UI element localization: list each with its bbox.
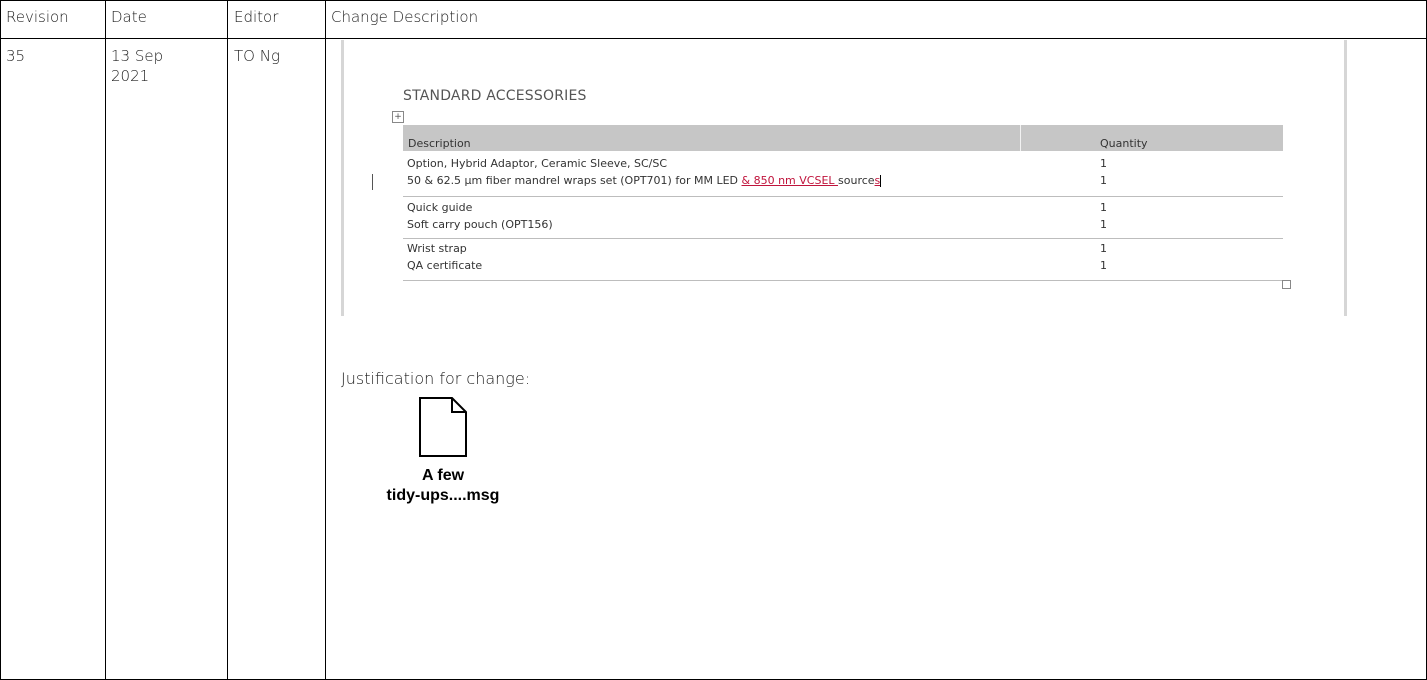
original-text: source [838,174,875,187]
accessory-quantity: 1 [1100,259,1107,272]
column-header-quantity: Quantity [1100,137,1148,150]
accessory-quantity: 1 [1100,218,1107,231]
row-group-divider [403,238,1283,239]
header-revision: Revision [6,8,69,26]
accessory-description: Soft carry pouch (OPT156) [407,218,553,231]
column-divider [325,0,326,680]
date-cell: 13 Sep 2021 [111,46,163,86]
attachment-filename: A few tidy-ups....msg [368,466,518,506]
row-group-divider [403,196,1283,197]
column-separator [1020,125,1021,151]
change-bar-marker [372,174,373,190]
editor-cell: TO Ng [234,47,280,65]
accessory-description: Option, Hybrid Adaptor, Ceramic Sleeve, … [407,157,668,170]
date-line: 13 Sep [111,47,164,65]
snippet-page-edge [341,40,344,316]
accessory-quantity: 1 [1100,157,1107,170]
attachment[interactable]: A few tidy-ups....msg [368,394,518,506]
accessory-description: QA certificate [407,259,483,272]
snippet-page-edge [1344,40,1347,316]
header-editor: Editor [234,8,279,26]
embedded-document-snippet: STANDARD ACCESSORIES + Description Quant… [341,40,1347,316]
column-header-description: Description [408,137,471,150]
attachment-filename-line: A few [421,467,465,484]
header-date: Date [111,8,147,26]
table-border-top [0,0,1427,1]
table-move-handle-icon[interactable]: + [392,111,404,123]
revision-cell: 35 [6,47,26,65]
header-row-divider [0,38,1427,39]
revision-table: Revision Date Editor Change Description … [0,0,1427,680]
accessory-description: Quick guide [407,201,473,214]
justification-label: Justification for change: [341,369,531,388]
accessory-quantity: 1 [1100,201,1107,214]
accessories-table-header: Description Quantity [403,125,1283,151]
original-text: 50 & 62.5 µm fiber mandrel wraps set (OP… [407,174,742,187]
accessory-quantity: 1 [1100,174,1107,187]
attachment-filename-line: tidy-ups....msg [386,487,500,504]
column-divider [227,0,228,680]
accessory-description: Wrist strap [407,242,467,255]
header-change-description: Change Description [331,8,479,26]
row-group-divider [403,280,1283,281]
accessory-quantity: 1 [1100,242,1107,255]
date-line: 2021 [111,67,150,85]
snippet-title: STANDARD ACCESSORIES [403,88,587,104]
accessory-description: 50 & 62.5 µm fiber mandrel wraps set (OP… [407,174,882,187]
column-divider [105,0,106,680]
tracked-insertion: & 850 nm VCSEL [741,174,839,187]
text-cursor [880,175,882,187]
column-divider [0,0,1,680]
table-resize-handle-icon[interactable] [1282,280,1291,289]
document-icon [419,397,467,457]
